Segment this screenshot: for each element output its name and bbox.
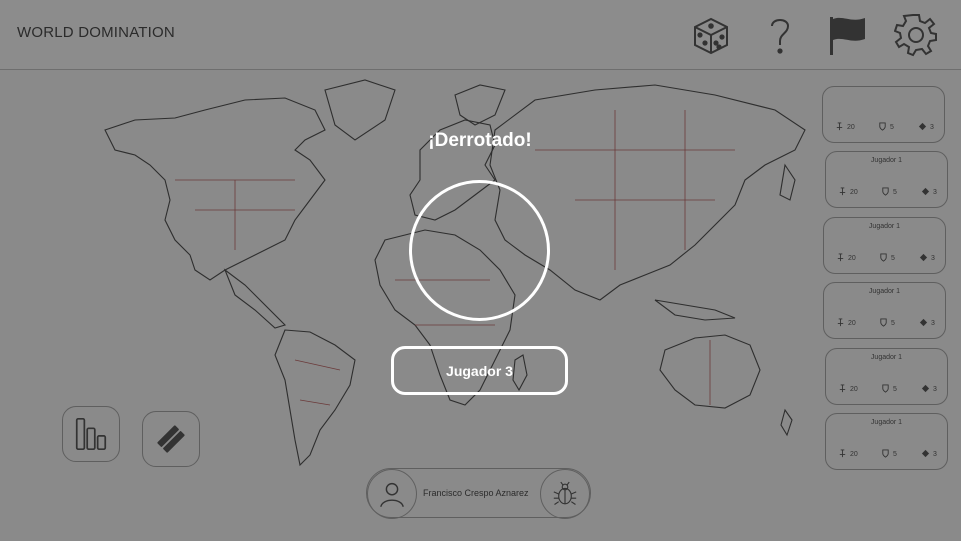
user-name: Francisco Crespo Aznarez [423, 488, 529, 498]
shield-icon [878, 122, 887, 133]
card-icon [919, 318, 928, 329]
troops-count: 20 [848, 255, 856, 262]
defense-stat: 5 [881, 384, 897, 395]
defense-stat: 5 [879, 318, 895, 329]
troops-stat: 20 [836, 318, 856, 329]
card-icon [918, 122, 927, 133]
card-icon [919, 253, 928, 264]
app-title: WORLD DOMINATION [17, 24, 175, 41]
troops-count: 20 [847, 124, 855, 131]
troops-count: 20 [850, 451, 858, 458]
cards-count: 3 [931, 255, 935, 262]
cards-count: 3 [933, 386, 937, 393]
troops-icon [838, 187, 847, 198]
card-icon [921, 449, 930, 460]
bar-chart-icon [75, 417, 107, 451]
dice-icon[interactable] [688, 12, 734, 58]
help-icon[interactable] [757, 12, 803, 58]
player-card[interactable]: 20 5 3 [822, 86, 945, 143]
cards-stat: 3 [921, 187, 937, 198]
troops-stat: 20 [836, 253, 856, 264]
troops-icon [838, 384, 847, 395]
defense-stat: 5 [881, 187, 897, 198]
flag-icon[interactable] [824, 12, 870, 58]
troops-icon [836, 318, 845, 329]
defense-stat: 5 [881, 449, 897, 460]
troops-icon [838, 449, 847, 460]
troops-icon [836, 253, 845, 264]
defense-count: 5 [890, 124, 894, 131]
cards-stat: 3 [919, 253, 935, 264]
cards-stat: 3 [921, 384, 937, 395]
player-card[interactable]: Jugador 1 20 5 3 [823, 282, 946, 339]
defense-count: 5 [893, 189, 897, 196]
player-card[interactable]: Jugador 1 20 5 3 [825, 413, 948, 470]
bug-icon [553, 481, 577, 505]
cards-stat: 3 [919, 318, 935, 329]
player-name: Jugador 1 [870, 157, 903, 164]
shield-icon [879, 318, 888, 329]
defeated-player-label: Jugador 3 [446, 362, 513, 379]
troops-count: 20 [850, 386, 858, 393]
player-name: Jugador 1 [870, 419, 903, 426]
cards-count: 3 [931, 320, 935, 327]
avatar[interactable] [367, 469, 417, 519]
shield-icon [879, 253, 888, 264]
shield-icon [881, 187, 890, 198]
cards-icon [157, 425, 185, 453]
player-card[interactable]: Jugador 1 20 5 3 [823, 217, 946, 274]
shield-icon [881, 449, 890, 460]
user-icon [380, 482, 404, 508]
shield-icon [881, 384, 890, 395]
cards-count: 3 [933, 451, 937, 458]
player-name: Jugador 1 [868, 223, 901, 230]
player-card[interactable]: Jugador 1 20 5 3 [825, 151, 948, 208]
cards-stat: 3 [921, 449, 937, 460]
troops-icon [835, 122, 844, 133]
defeat-circle [409, 180, 550, 321]
defense-stat: 5 [879, 253, 895, 264]
statistics-button[interactable] [62, 406, 120, 462]
cards-count: 3 [933, 189, 937, 196]
card-icon [921, 187, 930, 198]
defense-stat: 5 [878, 122, 894, 133]
troops-stat: 20 [838, 449, 858, 460]
defense-count: 5 [891, 255, 895, 262]
defeated-player-button[interactable]: Jugador 3 [391, 346, 568, 395]
player-name: Jugador 1 [868, 288, 901, 295]
bug-report-button[interactable] [540, 469, 590, 519]
user-bar: Francisco Crespo Aznarez [366, 468, 591, 519]
troops-stat: 20 [838, 384, 858, 395]
cards-stat: 3 [918, 122, 934, 133]
defense-count: 5 [891, 320, 895, 327]
defense-count: 5 [893, 386, 897, 393]
defeat-title: ¡Derrotado! [428, 130, 532, 151]
troops-count: 20 [848, 320, 856, 327]
cards-count: 3 [930, 124, 934, 131]
card-icon [921, 384, 930, 395]
troops-stat: 20 [835, 122, 855, 133]
defense-count: 5 [893, 451, 897, 458]
cards-button[interactable] [142, 411, 200, 467]
top-bar: WORLD DOMINATION [0, 0, 961, 70]
troops-count: 20 [850, 189, 858, 196]
player-card[interactable]: Jugador 1 20 5 3 [825, 348, 948, 405]
gear-icon[interactable] [893, 12, 939, 58]
troops-stat: 20 [838, 187, 858, 198]
player-name: Jugador 1 [870, 354, 903, 361]
